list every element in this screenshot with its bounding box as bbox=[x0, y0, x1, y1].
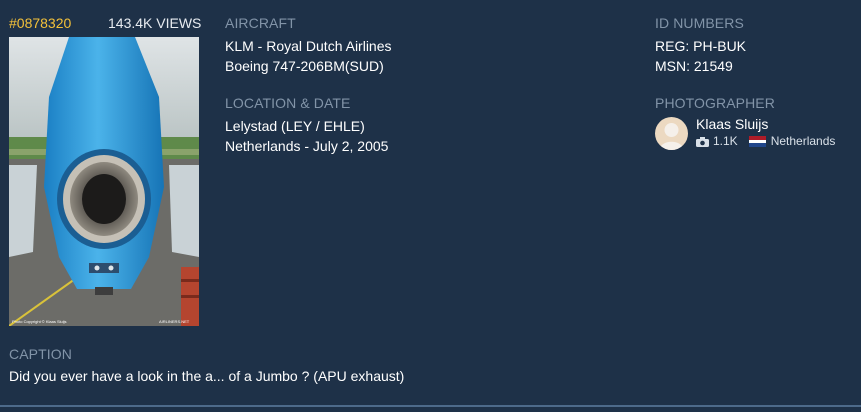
photographer-name-link[interactable]: Klaas Sluijs bbox=[696, 116, 768, 132]
photographer-meta: 1.1K Netherlands bbox=[696, 134, 835, 148]
aircraft-label: AIRCRAFT bbox=[225, 15, 296, 31]
photo-count: 1.1K bbox=[713, 134, 738, 148]
airline-link[interactable]: KLM - Royal Dutch Airlines bbox=[225, 36, 392, 56]
camera-icon bbox=[696, 136, 709, 147]
watermark-left: Photo Copyright © Klaas Sluijs bbox=[12, 319, 67, 324]
photographer-avatar[interactable] bbox=[655, 117, 688, 150]
id-numbers-label: ID NUMBERS bbox=[655, 15, 744, 31]
photographer-country[interactable]: Netherlands bbox=[771, 134, 836, 148]
photo-id-link[interactable]: #0878320 bbox=[9, 15, 71, 31]
card-bottom-divider bbox=[0, 405, 861, 407]
watermark-right: AIRLINERS.NET bbox=[159, 319, 190, 324]
location-link[interactable]: Lelystad (LEY / EHLE) bbox=[225, 116, 365, 136]
photographer-label: PHOTOGRAPHER bbox=[655, 95, 775, 111]
msn-link[interactable]: MSN: 21549 bbox=[655, 56, 733, 76]
aircraft-photo-thumbnail[interactable]: Photo Copyright © Klaas Sluijs AIRLINERS… bbox=[9, 37, 199, 326]
location-date-label: LOCATION & DATE bbox=[225, 95, 351, 111]
view-count: 143.4K VIEWS bbox=[108, 15, 202, 31]
netherlands-flag-icon bbox=[748, 135, 766, 147]
photo-card: #0878320 143.4K VIEWS Photo Copyright © … bbox=[0, 0, 861, 412]
caption-label: CAPTION bbox=[9, 346, 72, 362]
registration-link[interactable]: REG: PH-BUK bbox=[655, 36, 746, 56]
caption-text: Did you ever have a look in the a... of … bbox=[9, 368, 405, 384]
aircraft-type-link[interactable]: Boeing 747-206BM(SUD) bbox=[225, 56, 384, 76]
country-date-text[interactable]: Netherlands - July 2, 2005 bbox=[225, 136, 388, 156]
